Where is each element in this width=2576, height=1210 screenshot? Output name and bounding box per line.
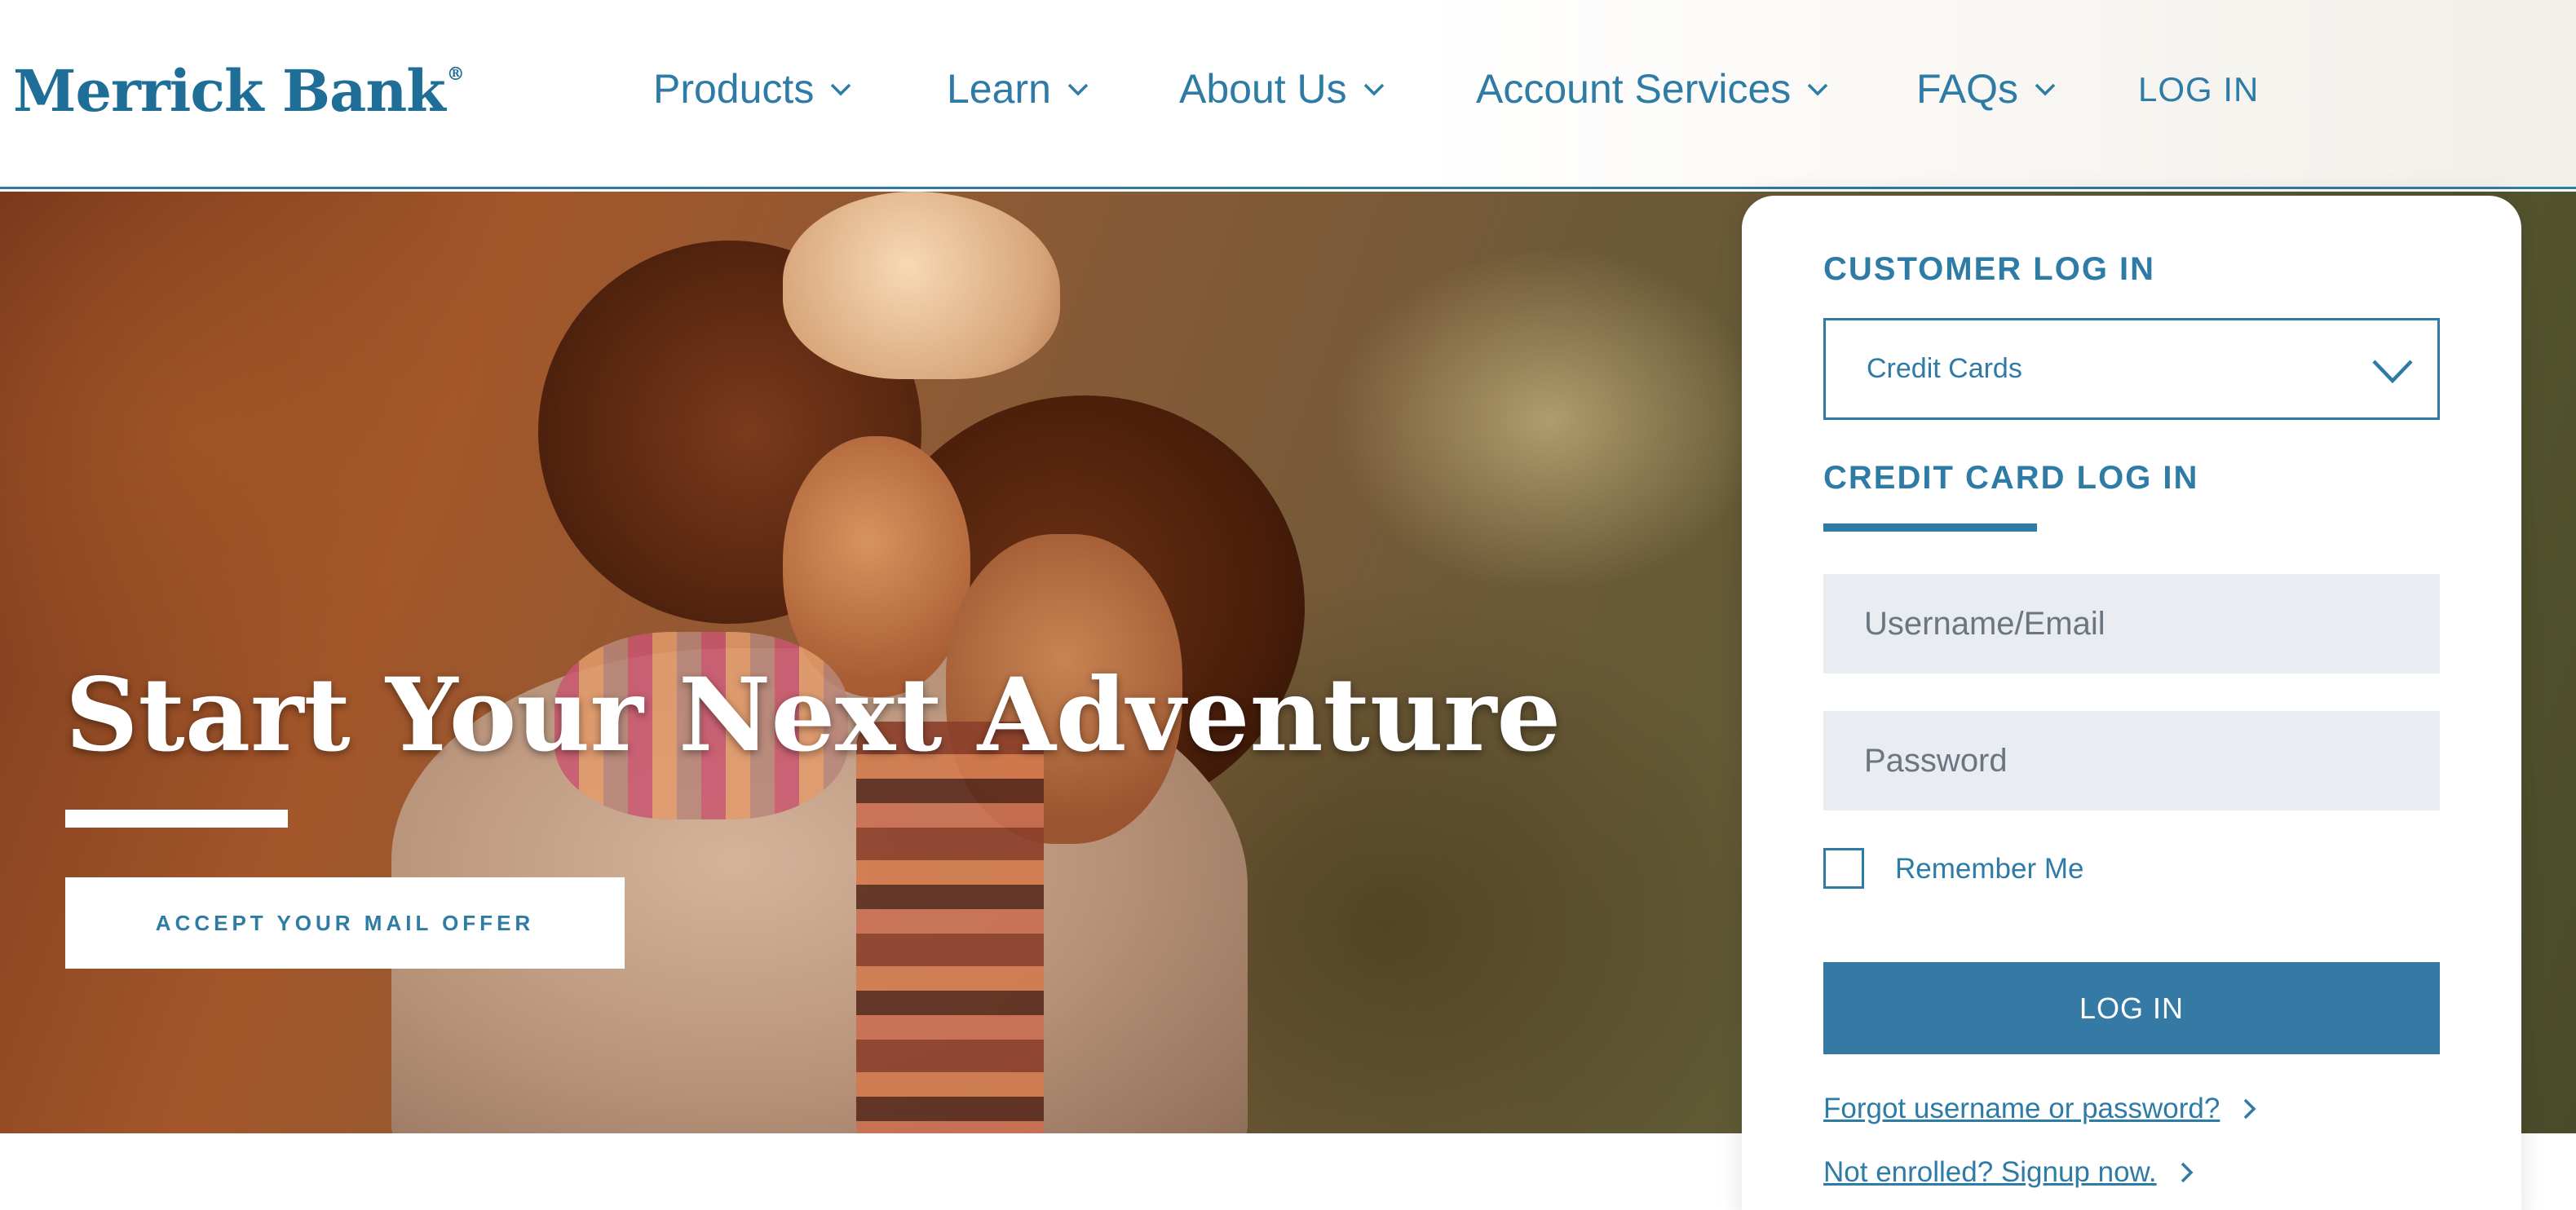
chevron-down-icon — [1363, 83, 1384, 96]
password-input[interactable] — [1823, 711, 2440, 810]
customer-login-panel: CUSTOMER LOG IN Credit Cards CREDIT CARD… — [1742, 196, 2521, 1210]
registered-mark: ® — [446, 64, 465, 85]
accept-mail-offer-button[interactable]: ACCEPT YOUR MAIL OFFER — [65, 877, 625, 969]
chevron-right-icon — [2244, 1098, 2256, 1119]
nav-item-label: About Us — [1179, 66, 1347, 112]
credit-card-login-underline — [1823, 523, 2037, 532]
hero-title-underline — [65, 810, 288, 828]
forgot-credentials-link[interactable]: Forgot username or password? — [1823, 1093, 2259, 1125]
chevron-down-icon — [2372, 360, 2413, 384]
username-input[interactable] — [1823, 574, 2440, 673]
nav-item-faqs[interactable]: FAQs — [1916, 65, 2057, 113]
nav-item-products[interactable]: Products — [653, 65, 853, 113]
chevron-right-icon — [2181, 1162, 2194, 1183]
nav-item-about-us[interactable]: About Us — [1179, 65, 1386, 113]
forgot-credentials-label: Forgot username or password? — [1823, 1093, 2220, 1124]
hero-title: Start Your Next Adventure — [65, 656, 1562, 775]
nav-item-account-services[interactable]: Account Services — [1476, 65, 1830, 113]
account-type-select[interactable]: Credit Cards — [1823, 318, 2440, 420]
remember-me-checkbox[interactable] — [1823, 848, 1864, 889]
remember-me-label[interactable]: Remember Me — [1895, 853, 2083, 885]
chevron-down-icon — [831, 83, 851, 96]
nav-item-label: FAQs — [1916, 66, 2019, 112]
login-button[interactable]: LOG IN — [1823, 962, 2440, 1054]
header-login-link[interactable]: LOG IN — [2138, 70, 2259, 109]
customer-login-heading: CUSTOMER LOG IN — [1823, 251, 2156, 287]
chevron-down-icon — [1808, 83, 1828, 96]
signup-label: Not enrolled? Signup now. — [1823, 1156, 2157, 1188]
chevron-down-icon — [2035, 83, 2056, 96]
merrick-bank-logo[interactable]: Merrick Bank® — [13, 57, 465, 125]
nav-item-label: Products — [653, 66, 815, 112]
nav-item-label: Account Services — [1476, 66, 1792, 112]
account-type-value: Credit Cards — [1867, 353, 2022, 384]
site-header: Merrick Bank® Products Learn About Us Ac… — [0, 0, 2576, 189]
logo-text: Merrick Bank — [13, 57, 446, 125]
chevron-down-icon — [1067, 83, 1089, 96]
credit-card-login-heading: CREDIT CARD LOG IN — [1823, 460, 2199, 496]
signup-link[interactable]: Not enrolled? Signup now. — [1823, 1156, 2196, 1189]
nav-item-label: Learn — [947, 66, 1051, 112]
hero-photo-scarf — [856, 722, 1044, 1133]
nav-item-learn[interactable]: Learn — [947, 65, 1090, 113]
hero-photo-hat — [783, 192, 1060, 379]
